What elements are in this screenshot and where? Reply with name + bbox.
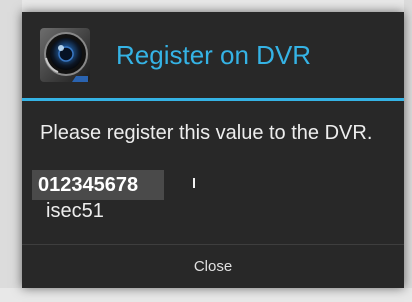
dialog-message: Please register this value to the DVR. <box>40 122 373 144</box>
dvr-camera-lens-icon <box>40 28 90 82</box>
background-strip-bottom <box>0 288 412 302</box>
dialog-header: Register on DVR <box>22 12 404 98</box>
registration-value: 012345678 <box>38 174 139 196</box>
close-button[interactable]: Close <box>22 245 404 288</box>
background-strip-right <box>404 0 412 302</box>
background-strip-left <box>0 0 22 302</box>
header-divider <box>22 98 404 101</box>
dialog-title: Register on DVR <box>116 40 312 70</box>
text-cursor-mark <box>193 178 195 188</box>
secondary-value: isec51 <box>46 200 104 222</box>
background-strip-top <box>0 0 412 12</box>
register-dialog: Register on DVR Please register this val… <box>22 12 404 288</box>
